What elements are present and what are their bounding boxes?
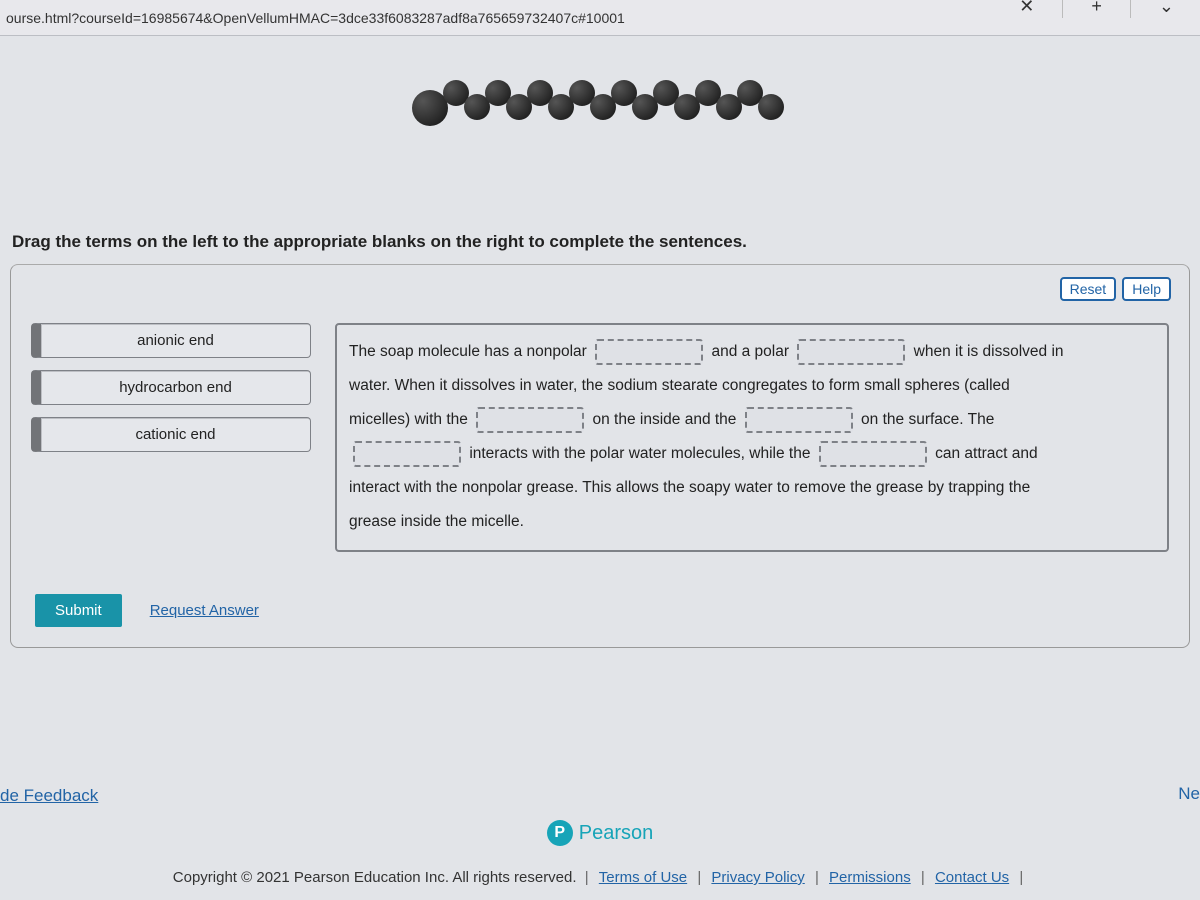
atom-icon: [758, 94, 784, 120]
blank-slot[interactable]: [353, 441, 461, 467]
sentence-text: grease inside the micelle.: [349, 513, 524, 530]
new-tab-icon[interactable]: +: [1091, 0, 1102, 17]
blank-slot[interactable]: [797, 339, 905, 365]
sentence-text: interacts with the polar water molecules…: [469, 445, 810, 462]
sentence-text: on the surface. The: [861, 411, 994, 428]
help-button[interactable]: Help: [1122, 277, 1171, 301]
sentence-text: micelles) with the: [349, 411, 468, 428]
tab-separator: [1130, 0, 1131, 18]
sentence-text: and a polar: [711, 343, 789, 360]
feedback-link[interactable]: de Feedback: [0, 786, 98, 806]
copyright-text: Copyright © 2021 Pearson Education Inc. …: [173, 869, 577, 886]
draggable-term[interactable]: hydrocarbon end: [31, 370, 311, 405]
sentence-text: water. When it dissolves in water, the s…: [349, 377, 1010, 394]
tabs-menu-icon[interactable]: ⌄: [1159, 0, 1174, 17]
sentence-text: interact with the nonpolar grease. This …: [349, 479, 1030, 496]
molecule-image: [410, 64, 790, 152]
pearson-p-icon: P: [547, 820, 573, 846]
pipe-separator: |: [697, 869, 701, 886]
tab-controls: ✕ + ⌄: [1019, 0, 1200, 18]
draggable-term[interactable]: anionic end: [31, 323, 311, 358]
permissions-link[interactable]: Permissions: [829, 869, 911, 886]
blank-slot[interactable]: [745, 407, 853, 433]
instructions-text: Drag the terms on the left to the approp…: [0, 232, 1200, 264]
terms-link[interactable]: Terms of Use: [599, 869, 687, 886]
sentence-text: can attract and: [935, 445, 1038, 462]
drag-area: anionic end hydrocarbon end cationic end…: [31, 323, 1169, 552]
brand-bar: P Pearson: [0, 820, 1200, 846]
footer: Copyright © 2021 Pearson Education Inc. …: [0, 869, 1200, 886]
blank-slot[interactable]: [819, 441, 927, 467]
pipe-separator: |: [585, 869, 589, 886]
pearson-name: Pearson: [579, 822, 654, 845]
pearson-logo: P Pearson: [547, 820, 654, 846]
sentence-dropzone: The soap molecule has a nonpolar and a p…: [335, 323, 1169, 552]
sentence-text: on the inside and the: [593, 411, 737, 428]
sentence-text: when it is dissolved in: [914, 343, 1064, 360]
submit-button[interactable]: Submit: [35, 594, 122, 627]
blank-slot[interactable]: [595, 339, 703, 365]
next-link-fragment[interactable]: Ne: [1178, 784, 1200, 804]
close-tab-icon[interactable]: ✕: [1019, 0, 1034, 17]
activity-controls: Reset Help: [1060, 277, 1171, 301]
browser-chrome: ourse.html?courseId=16985674&OpenVellumH…: [0, 0, 1200, 36]
sentence-text: The soap molecule has a nonpolar: [349, 343, 587, 360]
contact-link[interactable]: Contact Us: [935, 869, 1009, 886]
request-answer-link[interactable]: Request Answer: [150, 602, 259, 619]
pipe-separator: |: [1019, 869, 1023, 886]
pipe-separator: |: [815, 869, 819, 886]
activity-panel: Reset Help anionic end hydrocarbon end c…: [10, 264, 1190, 648]
draggable-term[interactable]: cationic end: [31, 417, 311, 452]
term-list: anionic end hydrocarbon end cationic end: [31, 323, 311, 552]
reset-button[interactable]: Reset: [1060, 277, 1117, 301]
blank-slot[interactable]: [476, 407, 584, 433]
tab-separator: [1062, 0, 1063, 18]
pipe-separator: |: [921, 869, 925, 886]
submit-row: Submit Request Answer: [35, 594, 1165, 627]
url-text: ourse.html?courseId=16985674&OpenVellumH…: [6, 10, 625, 26]
privacy-link[interactable]: Privacy Policy: [711, 869, 804, 886]
